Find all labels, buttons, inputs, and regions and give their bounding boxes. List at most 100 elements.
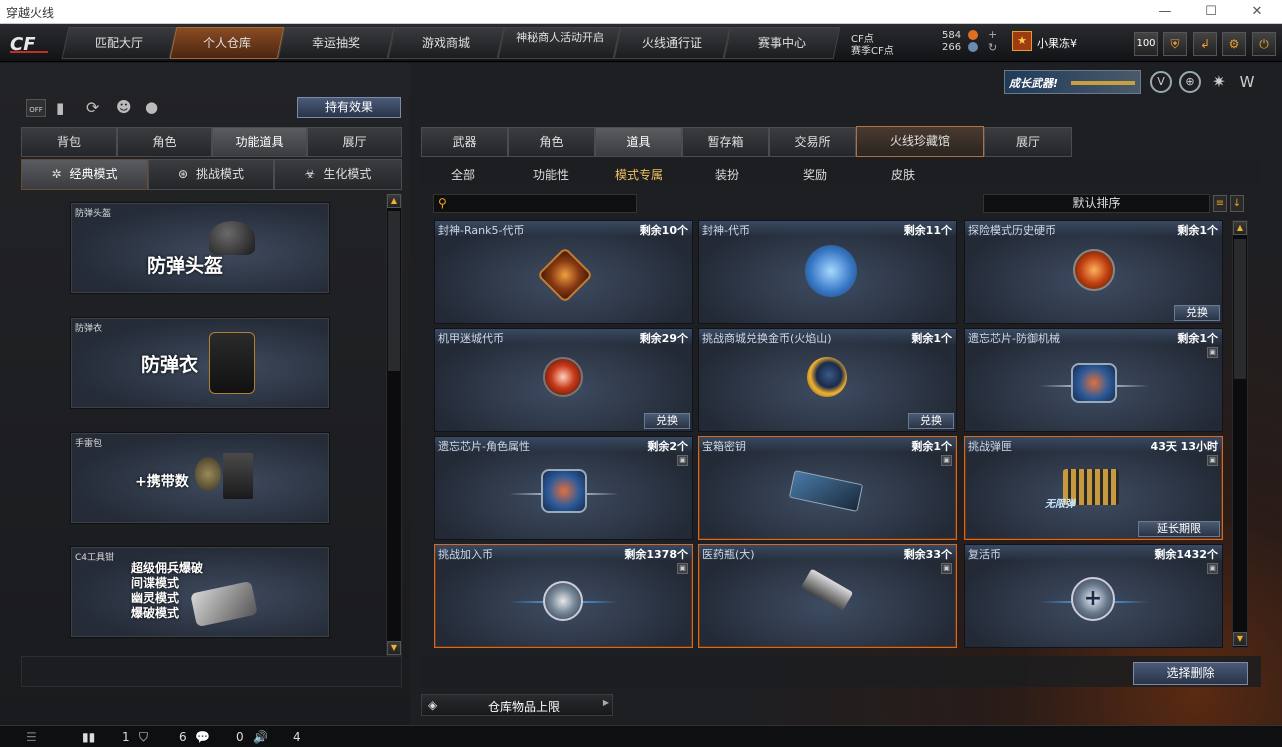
window-title: 穿越火线 xyxy=(6,6,55,20)
add-cf-icon[interactable]: + xyxy=(988,28,997,41)
item-card[interactable]: 复活币 剩余1432个 ▣ + xyxy=(964,544,1223,648)
level-button[interactable]: 100 xyxy=(1134,32,1158,56)
cf-coin-icon xyxy=(968,30,978,40)
tab-game-mall[interactable]: 游戏商城 xyxy=(387,27,505,59)
mode-biochem[interactable]: ☣ 生化模式 xyxy=(274,159,402,190)
effect-button[interactable]: 持有效果 xyxy=(297,97,401,118)
maximize-button[interactable]: ☐ xyxy=(1188,2,1234,22)
subtab-outfit[interactable]: 装扮 xyxy=(687,166,767,183)
chat-icon[interactable]: 💬 xyxy=(195,730,210,744)
item-card[interactable]: 宝箱密钥 剩余1个 ▣ xyxy=(698,436,957,540)
sort-order-icon[interactable]: ↓ xyxy=(1230,195,1244,212)
tab-weapons[interactable]: 武器 xyxy=(421,127,508,157)
item-card[interactable]: 遗忘芯片-角色属性 剩余2个 ▣ xyxy=(434,436,693,540)
grenade-bag-icon xyxy=(195,457,221,491)
mode-classic[interactable]: ✲ 经典模式 xyxy=(21,159,148,190)
mode-challenge[interactable]: ⊛ 挑战模式 xyxy=(148,159,274,190)
exchange-button[interactable]: 兑换 xyxy=(644,413,690,429)
chip-icon xyxy=(541,469,587,513)
item-card[interactable]: 医药瓶(大) 剩余33个 ▣ xyxy=(698,544,957,648)
tab-function-items[interactable]: 功能道具 xyxy=(212,127,307,157)
tab-right-showroom[interactable]: 展厅 xyxy=(984,127,1072,157)
tab-storage[interactable]: 暂存箱 xyxy=(682,127,769,157)
badge-star-icon[interactable]: ✷ xyxy=(1208,71,1230,93)
back-icon[interactable]: ↲ xyxy=(1193,32,1217,56)
left-scrollbar[interactable] xyxy=(386,194,402,656)
badge-v-icon[interactable]: V xyxy=(1150,71,1172,93)
exchange-button[interactable]: 兑换 xyxy=(908,413,954,429)
power-icon[interactable]: ⏻ xyxy=(1252,32,1276,56)
select-delete-button[interactable]: 选择删除 xyxy=(1133,662,1248,685)
right-scrollbar[interactable] xyxy=(1232,220,1248,648)
refresh-icon[interactable]: ⟳ xyxy=(86,98,99,117)
item-card-c4-tool[interactable]: C4工具钳 超级佣兵爆破 间谍模式 幽灵模式 爆破模式 xyxy=(70,546,330,638)
promo-banner[interactable]: 成长武器! xyxy=(1004,70,1141,94)
gear-icon[interactable]: ⚙ xyxy=(1222,32,1246,56)
refresh-cf-icon[interactable]: ↻ xyxy=(988,41,997,54)
subtab-mode-exclusive[interactable]: 模式专属 xyxy=(599,166,679,183)
list-view-icon[interactable]: ≡ xyxy=(1213,195,1227,212)
grenade-pack-icon xyxy=(223,453,253,499)
toggle-off-icon[interactable]: OFF xyxy=(26,99,46,117)
tab-character[interactable]: 角色 xyxy=(117,127,212,157)
search-box[interactable]: ⚲ xyxy=(433,194,637,213)
tab-match-hall[interactable]: 匹配大厅 xyxy=(61,27,177,59)
right-scrollbar-thumb[interactable] xyxy=(1234,239,1246,379)
item-card[interactable]: 挑战弹匣 43天 13小时 ▣ 无限弹 延长期限 xyxy=(964,436,1223,540)
tab-characters[interactable]: 角色 xyxy=(508,127,595,157)
cf-logo-icon[interactable]: CF xyxy=(8,30,54,56)
close-button[interactable]: ✕ xyxy=(1234,2,1280,22)
item-card[interactable]: 挑战商城兑换金币(火焰山) 剩余1个 兑换 xyxy=(698,328,957,432)
left-scrollbar-thumb[interactable] xyxy=(388,211,400,371)
exchange-button[interactable]: 兑换 xyxy=(1174,305,1220,321)
extend-button[interactable]: 延长期限 xyxy=(1138,521,1220,537)
left-scroll-down-icon[interactable]: ▼ xyxy=(387,641,401,655)
left-scroll-up-icon[interactable]: ▲ xyxy=(387,194,401,208)
tab-collection[interactable]: 火线珍藏馆 xyxy=(856,126,984,157)
item-card[interactable]: 封神-代币 剩余11个 xyxy=(698,220,957,324)
tab-events-center[interactable]: 赛事中心 xyxy=(723,27,841,59)
item-card-vest[interactable]: 防弹衣 防弹衣 xyxy=(70,317,330,409)
menu-icon[interactable]: ☰ xyxy=(26,730,37,744)
tab-personal-warehouse[interactable]: 个人仓库 xyxy=(169,27,285,59)
sort-dropdown[interactable]: 默认排序 xyxy=(983,194,1210,213)
tab-showroom[interactable]: 展厅 xyxy=(307,127,402,157)
friends-icon[interactable]: ▮▮ xyxy=(82,730,95,744)
item-card[interactable]: 封神-Rank5-代币 剩余10个 xyxy=(434,220,693,324)
tab-exchange[interactable]: 交易所 xyxy=(769,127,856,157)
stats-icon[interactable]: ▮ xyxy=(56,99,64,117)
clan-shield-icon[interactable]: ⛉ xyxy=(139,730,148,745)
gold-coin-icon xyxy=(807,357,847,397)
right-scroll-down-icon[interactable]: ▼ xyxy=(1233,632,1247,646)
item-card[interactable]: 探险模式历史硬币 剩余1个 兑换 xyxy=(964,220,1223,324)
subtab-skins[interactable]: 皮肤 xyxy=(863,166,943,183)
tab-items[interactable]: 道具 xyxy=(595,127,682,157)
mecha-coin-icon xyxy=(543,357,583,397)
item-card[interactable]: 机甲迷城代币 剩余29个 兑换 xyxy=(434,328,693,432)
item-card[interactable]: 遗忘芯片-防御机械 剩余1个 ▣ xyxy=(964,328,1223,432)
subtab-all[interactable]: 全部 xyxy=(423,166,503,183)
right-scroll-up-icon[interactable]: ▲ xyxy=(1233,221,1247,235)
shield-icon[interactable]: ⛨ xyxy=(1163,32,1187,56)
tab-battle-pass[interactable]: 火线通行证 xyxy=(613,27,731,59)
blue-coin-icon xyxy=(805,245,857,297)
item-card-grenade-bag[interactable]: 手雷包 +携带数 xyxy=(70,432,330,524)
classic-mode-icon: ✲ xyxy=(51,167,62,181)
join-coin-icon xyxy=(543,581,583,621)
item-card-helmet[interactable]: 防弹头盔 防弹头盔 xyxy=(70,202,330,294)
search-input[interactable] xyxy=(456,196,632,211)
badge-target-icon[interactable]: ⊕ xyxy=(1179,71,1201,93)
grenade-icon[interactable]: ● xyxy=(145,98,158,116)
storage-limit-bar[interactable]: ◈ 仓库物品上限 ▶ xyxy=(421,694,613,716)
subtab-rewards[interactable]: 奖励 xyxy=(775,166,855,183)
minimize-button[interactable]: — xyxy=(1142,2,1188,22)
helmet-icon xyxy=(209,221,255,255)
speaker-icon[interactable]: 🔊 xyxy=(253,730,268,744)
subtab-functional[interactable]: 功能性 xyxy=(511,166,591,183)
badge-w-icon[interactable]: W xyxy=(1236,71,1258,93)
item-card[interactable]: 挑战加入币 剩余1378个 ▣ xyxy=(434,544,693,648)
person-icon[interactable]: ☻ xyxy=(116,98,132,116)
tab-mystery-merchant[interactable]: 神秘商人活动开启 xyxy=(497,27,621,59)
tab-backpack[interactable]: 背包 xyxy=(21,127,117,157)
tab-lucky-draw[interactable]: 幸运抽奖 xyxy=(277,27,395,59)
